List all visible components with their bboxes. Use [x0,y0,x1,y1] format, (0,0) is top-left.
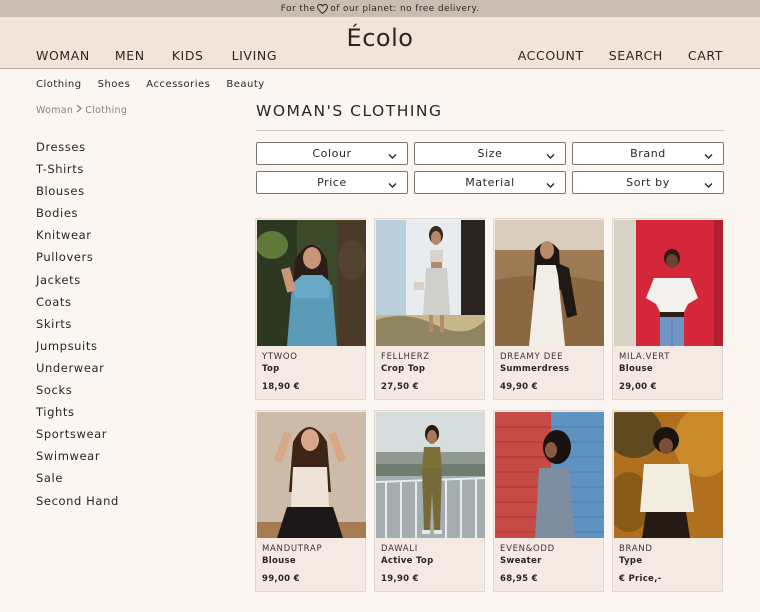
product-price: 68,95 € [500,574,538,584]
filter-size-label: Size [477,147,503,160]
banner-suffix: of our planet: no free delivery. [330,3,480,14]
category-second-hand[interactable]: Second Hand [36,494,119,516]
product-card[interactable]: MANDUTRAP Blouse 99,00 € [255,410,366,592]
nav-search[interactable]: SEARCH [609,48,663,63]
promo-banner: For the of our planet: no free delivery. [0,0,760,17]
product-brand: DREAMY DEE [500,352,564,362]
product-brand: MILA.VERT [619,352,671,362]
chevron-down-icon [546,150,555,163]
product-brand: EVEN&ODD [500,544,555,554]
product-price: 19,90 € [381,574,419,584]
filter-material[interactable]: Material [414,171,566,194]
category-sidebar: Dresses T-Shirts Blouses Bodies Knitwear… [36,140,119,516]
breadcrumb: Woman Clothing [36,104,127,116]
category-sale[interactable]: Sale [36,471,119,493]
account-nav: ACCOUNT SEARCH CART [518,48,723,63]
site-header: WOMAN MEN KIDS LIVING Écolo ACCOUNT SEAR… [0,17,760,69]
category-t-shirts[interactable]: T-Shirts [36,162,119,184]
category-underwear[interactable]: Underwear [36,361,119,383]
filter-colour-label: Colour [312,147,352,160]
product-brand: DAWALI [381,544,418,554]
product-image[interactable] [495,412,604,538]
category-dresses[interactable]: Dresses [36,140,119,162]
category-jackets[interactable]: Jackets [36,273,119,295]
filter-brand-label: Brand [630,147,666,160]
category-sportswear[interactable]: Sportswear [36,427,119,449]
chevron-down-icon [388,179,397,192]
product-price: € Price,- [619,574,662,584]
banner-prefix: For the [280,3,316,14]
product-image[interactable] [257,412,366,538]
chevron-down-icon [704,179,713,192]
category-blouses[interactable]: Blouses [36,184,119,206]
product-brand: YTWOO [262,352,298,362]
subnav-beauty[interactable]: Beauty [226,79,264,90]
product-brand: MANDUTRAP [262,544,323,554]
product-card[interactable]: MILA.VERT Blouse 29,00 € [612,218,723,400]
heart-icon [317,3,329,14]
product-card[interactable]: YTWOO Top 18,90 € [255,218,366,400]
product-card[interactable]: DREAMY DEE Summerdress 49,90 € [493,218,604,400]
filter-size[interactable]: Size [414,142,566,165]
product-price: 18,90 € [262,382,300,392]
product-type: Summerdress [500,364,570,374]
product-price: 99,00 € [262,574,300,584]
chevron-right-icon [75,104,83,116]
breadcrumb-woman[interactable]: Woman [36,105,73,116]
product-type: Crop Top [381,364,426,374]
product-card[interactable]: FELLHERZ Crop Top 27,50 € [374,218,485,400]
breadcrumb-clothing[interactable]: Clothing [85,105,127,116]
category-pullovers[interactable]: Pullovers [36,250,119,272]
page-title: WOMAN'S CLOTHING [256,102,443,120]
filter-sort-by-label: Sort by [626,176,670,189]
product-brand: FELLHERZ [381,352,430,362]
category-bodies[interactable]: Bodies [36,206,119,228]
filter-sort-by[interactable]: Sort by [572,171,724,194]
product-image[interactable] [257,220,366,346]
chevron-down-icon [546,179,555,192]
chevron-down-icon [704,150,713,163]
product-type: Blouse [619,364,653,374]
product-type: Blouse [262,556,296,566]
filter-material-label: Material [465,176,515,189]
product-type: Sweater [500,556,542,566]
chevron-down-icon [388,150,397,163]
category-socks[interactable]: Socks [36,383,119,405]
title-divider [256,130,724,131]
category-jumpsuits[interactable]: Jumpsuits [36,339,119,361]
filter-colour[interactable]: Colour [256,142,408,165]
subnav-shoes[interactable]: Shoes [98,79,131,90]
product-type: Type [619,556,643,566]
category-swimwear[interactable]: Swimwear [36,449,119,471]
product-card[interactable]: EVEN&ODD Sweater 68,95 € [493,410,604,592]
sub-nav: Clothing Shoes Accessories Beauty [36,79,281,90]
filter-price-label: Price [317,176,347,189]
filter-brand[interactable]: Brand [572,142,724,165]
product-type: Active Top [381,556,434,566]
category-coats[interactable]: Coats [36,295,119,317]
product-image[interactable] [614,220,723,346]
product-image[interactable] [376,412,485,538]
nav-cart[interactable]: CART [688,48,723,63]
product-price: 29,00 € [619,382,657,392]
category-tights[interactable]: Tights [36,405,119,427]
product-image[interactable] [376,220,485,346]
product-card[interactable]: DAWALI Active Top 19,90 € [374,410,485,592]
product-price: 49,90 € [500,382,538,392]
nav-account[interactable]: ACCOUNT [518,48,584,63]
product-brand: BRAND [619,544,653,554]
product-image[interactable] [614,412,723,538]
subnav-clothing[interactable]: Clothing [36,79,82,90]
product-price: 27,50 € [381,382,419,392]
subnav-accessories[interactable]: Accessories [146,79,210,90]
category-knitwear[interactable]: Knitwear [36,228,119,250]
product-image[interactable] [495,220,604,346]
filter-price[interactable]: Price [256,171,408,194]
product-card[interactable]: BRAND Type € Price,- [612,410,723,592]
product-type: Top [262,364,280,374]
category-skirts[interactable]: Skirts [36,317,119,339]
